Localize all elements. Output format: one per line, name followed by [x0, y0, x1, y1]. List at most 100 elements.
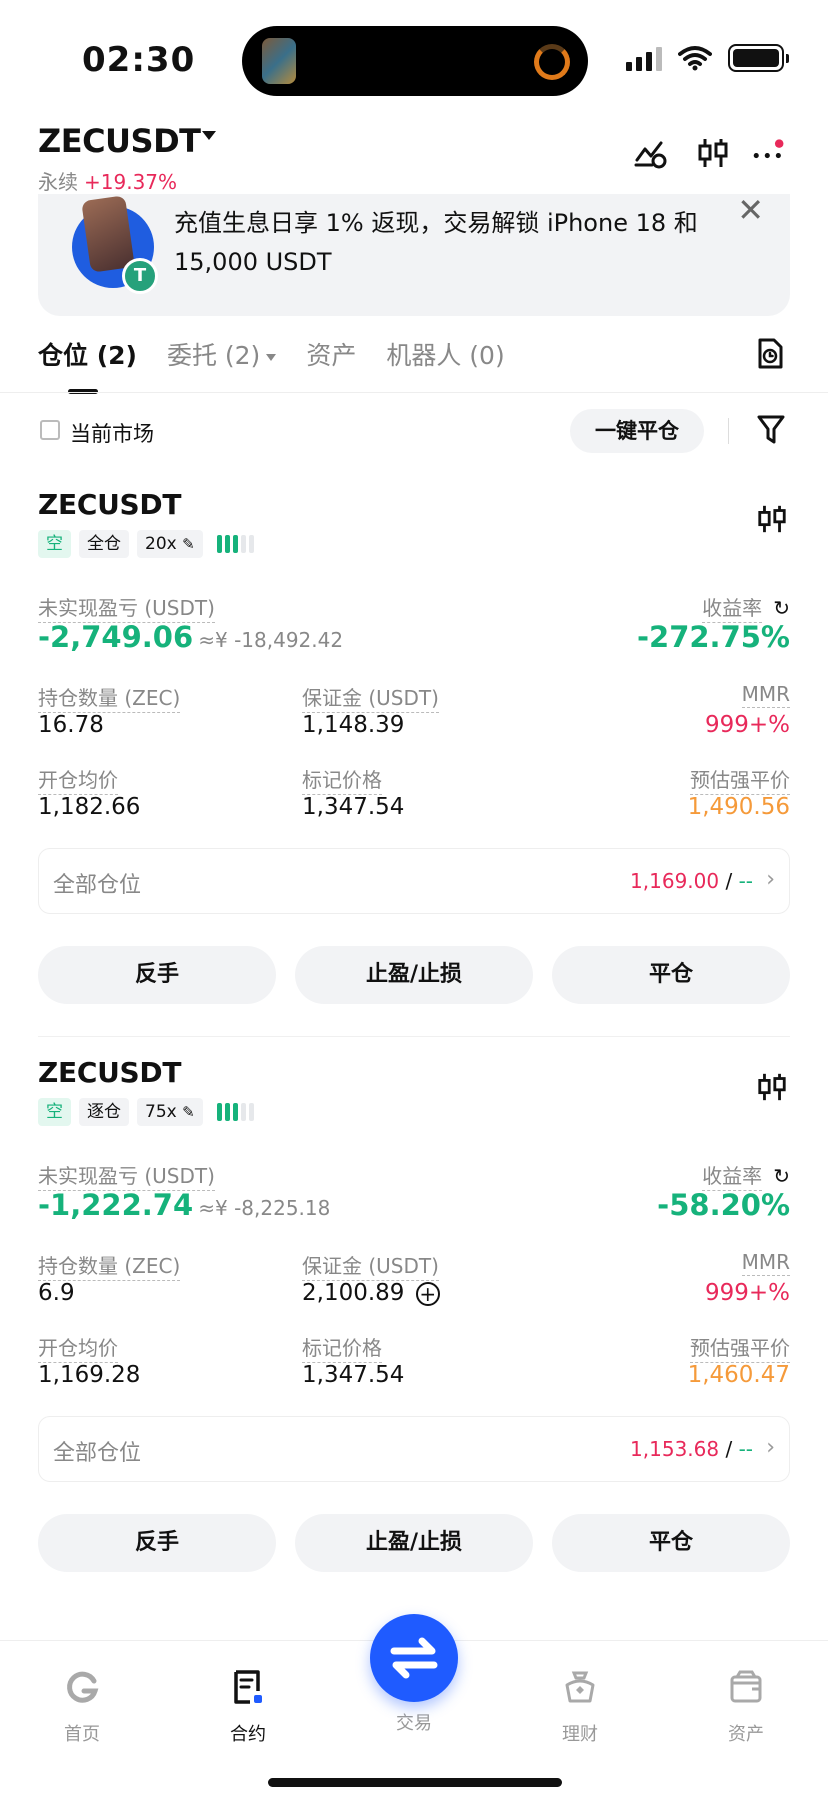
tether-icon: T [122, 258, 158, 294]
reverse-button[interactable]: 反手 [38, 946, 276, 1004]
battery-icon [728, 44, 789, 72]
home-indicator[interactable] [268, 1778, 562, 1787]
adl-indicator [216, 535, 254, 553]
candlestick-icon[interactable] [696, 136, 730, 170]
qty-label: 持仓数量 (ZEC) [38, 682, 181, 713]
cellular-signal-icon [626, 45, 662, 71]
all-positions-tpsl-row[interactable]: 全部仓位 1,153.68 / -- › [38, 1416, 790, 1482]
roe-label-row: 收益率 ↻ [702, 592, 790, 623]
mmr-value: 999+% [704, 712, 790, 738]
nav-label: 合约 [230, 1724, 266, 1745]
tab-bots[interactable]: 机器人 (0) [386, 336, 504, 372]
swap-icon [390, 1637, 438, 1679]
promo-text: 充值生息日享 1% 返现，交易解锁 iPhone 18 和 15,000 USD… [174, 209, 698, 276]
add-margin-icon[interactable]: + [415, 1281, 440, 1306]
roe-value: -272.75% [636, 620, 790, 654]
status-time: 02:30 [82, 40, 196, 80]
order-history-icon[interactable] [756, 338, 784, 370]
mark-value: 1,347.54 [302, 1362, 405, 1388]
chevron-right-icon: › [766, 1435, 775, 1460]
nav-label: 交易 [396, 1713, 432, 1734]
tab-orders[interactable]: 委托 (2) [167, 336, 277, 372]
margin-mode-badge[interactable]: 全仓 [79, 530, 129, 558]
qty-value: 16.78 [38, 712, 104, 738]
symbol-selector[interactable]: ZECUSDT [38, 122, 201, 160]
mmr-value: 999+% [704, 1280, 790, 1306]
margin-value: 1,148.39 [302, 712, 405, 738]
pnl-row: -1,222.74 ≈¥ -8,225.18 [38, 1188, 330, 1222]
edit-icon: ✎ [182, 1103, 195, 1121]
mark-label: 标记价格 [302, 1332, 382, 1363]
nav-earn[interactable]: 理财 [520, 1669, 640, 1746]
chevron-down-icon [266, 353, 277, 361]
divider [38, 1036, 790, 1037]
close-all-button[interactable]: 一键平仓 [570, 409, 704, 453]
leverage-badge[interactable]: 75x ✎ [137, 1098, 203, 1126]
current-market-label: 当前市场 [70, 422, 154, 446]
position-symbol[interactable]: ZECUSDT [38, 1056, 181, 1089]
pnl-value: -1,222.74 [38, 1188, 194, 1222]
side-badge: 空 [38, 530, 71, 558]
refresh-icon[interactable]: ↻ [773, 596, 790, 620]
leverage-badge[interactable]: 20x ✎ [137, 530, 203, 558]
symbol-subline: 永续 +19.37% [38, 166, 177, 195]
edit-icon: ✎ [182, 535, 195, 553]
nav-home[interactable]: 首页 [22, 1669, 142, 1746]
chevron-right-icon: › [766, 867, 775, 892]
candlestick-icon[interactable] [756, 502, 788, 536]
qty-value: 6.9 [38, 1280, 75, 1306]
close-position-button[interactable]: 平仓 [552, 946, 790, 1004]
liq-label: 预估强平价 [690, 764, 790, 795]
all-positions-tpsl-row[interactable]: 全部仓位 1,169.00 / -- › [38, 848, 790, 914]
liq-value: 1,460.47 [687, 1362, 790, 1388]
reverse-button[interactable]: 反手 [38, 1514, 276, 1572]
close-icon[interactable]: ✕ [737, 194, 764, 226]
candlestick-icon[interactable] [756, 1070, 788, 1104]
margin-label: 保证金 (USDT) [302, 682, 439, 713]
nav-trade[interactable]: 交易 [354, 1709, 474, 1735]
tpsl-button[interactable]: 止盈/止损 [295, 946, 533, 1004]
side-badge: 空 [38, 1098, 71, 1126]
entry-value: 1,182.66 [38, 794, 141, 820]
current-market-checkbox[interactable] [40, 420, 60, 440]
promo-banner[interactable]: T 充值生息日享 1% 返现，交易解锁 iPhone 18 和 15,000 U… [38, 194, 790, 316]
divider [0, 392, 828, 393]
qty-label: 持仓数量 (ZEC) [38, 1250, 181, 1281]
mark-value: 1,347.54 [302, 794, 405, 820]
close-position-button[interactable]: 平仓 [552, 1514, 790, 1572]
filter-icon[interactable] [756, 414, 786, 446]
strategy-chart-icon[interactable] [634, 136, 668, 170]
nav-assets[interactable]: 资产 [686, 1669, 806, 1746]
roe-label: 收益率 [702, 592, 763, 623]
pnl-label: 未实现盈亏 (USDT) [38, 592, 215, 623]
adl-indicator [216, 1103, 254, 1121]
contract-type: 永续 [38, 170, 78, 194]
chevron-down-icon[interactable] [202, 131, 216, 140]
liq-label: 预估强平价 [690, 1332, 790, 1363]
divider [728, 418, 729, 444]
tpsl-button[interactable]: 止盈/止损 [295, 1514, 533, 1572]
margin-mode-badge[interactable]: 逐仓 [79, 1098, 129, 1126]
entry-label: 开仓均价 [38, 764, 118, 795]
pnl-label: 未实现盈亏 (USDT) [38, 1160, 215, 1191]
nav-futures[interactable]: 合约 [188, 1669, 308, 1746]
position-symbol[interactable]: ZECUSDT [38, 488, 181, 521]
roe-value: -58.20% [657, 1188, 790, 1222]
refresh-icon[interactable]: ↻ [773, 1164, 790, 1188]
mmr-label: MMR [741, 682, 790, 708]
wifi-icon [678, 46, 712, 71]
entry-value: 1,169.28 [38, 1362, 141, 1388]
trade-fab-button[interactable] [370, 1614, 458, 1702]
margin-row: 2,100.89 + [302, 1280, 440, 1306]
more-icon[interactable] [752, 136, 786, 170]
dynamic-island [242, 26, 588, 96]
tab-assets[interactable]: 资产 [306, 336, 356, 372]
pnl-cny: ≈¥ -8,225.18 [198, 1196, 331, 1220]
promo-image: T [72, 195, 158, 294]
now-playing-thumbnail [262, 38, 296, 84]
entry-label: 开仓均价 [38, 1332, 118, 1363]
nav-label: 首页 [64, 1724, 100, 1745]
wallet-icon [730, 1670, 762, 1703]
tab-positions[interactable]: 仓位 (2) [38, 336, 137, 394]
futures-icon [234, 1670, 262, 1704]
